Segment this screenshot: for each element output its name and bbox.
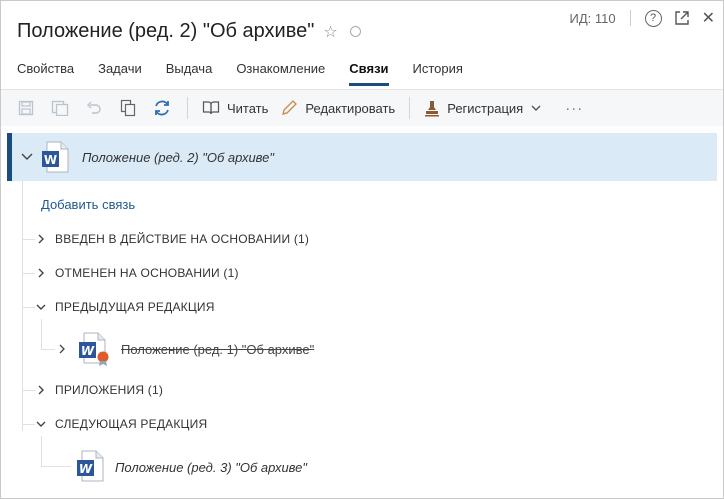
close-icon[interactable]: ✕: [702, 8, 715, 28]
group-label: ПРЕДЫДУЩАЯ РЕДАКЦИЯ: [55, 300, 215, 314]
refresh-icon[interactable]: [151, 97, 173, 119]
tree-connector: [41, 466, 71, 467]
svg-text:W: W: [79, 462, 93, 476]
group-label: ПРИЛОЖЕНИЯ (1): [55, 383, 164, 397]
add-link-button[interactable]: Добавить связь: [41, 197, 135, 212]
word-document-icon: W: [42, 141, 69, 173]
document-card-window: Положение (ред. 2) "Об архиве" ☆ ИД: 110…: [0, 0, 724, 499]
help-icon[interactable]: ?: [644, 9, 662, 27]
save-icon[interactable]: [15, 97, 37, 119]
tab-tasks[interactable]: Задачи: [98, 61, 142, 86]
previous-edition-name[interactable]: Положение (ред. 1) "Об архиве": [121, 342, 314, 357]
toolbar: Читать Редактировать Регистрация ···: [1, 90, 723, 126]
pencil-icon: [282, 100, 298, 115]
edit-label: Редактировать: [305, 100, 396, 116]
id-label: ИД: 110: [569, 10, 616, 26]
tree-connector: [23, 273, 35, 274]
chevron-down-icon[interactable]: [20, 152, 34, 162]
svg-text:W: W: [81, 344, 95, 358]
tree-connector: [23, 307, 35, 308]
tab-acquaintance[interactable]: Ознакомление: [236, 61, 325, 86]
group-introduced-based-on[interactable]: ВВЕДЕН В ДЕЙСТВИЕ НА ОСНОВАНИИ (1): [35, 232, 309, 246]
tab-history[interactable]: История: [413, 61, 463, 86]
tree-connector: [23, 239, 35, 240]
word-document-icon: W: [77, 450, 104, 482]
tab-properties[interactable]: Свойства: [17, 61, 74, 86]
tree-root-row[interactable]: W Положение (ред. 2) "Об архиве": [7, 133, 717, 181]
page-title: Положение (ред. 2) "Об архиве" ☆: [17, 20, 361, 43]
group-label: ВВЕДЕН В ДЕЙСТВИЕ НА ОСНОВАНИИ (1): [55, 232, 310, 246]
chevron-down-icon[interactable]: [35, 301, 47, 313]
group-previous-edition[interactable]: ПРЕДЫДУЩАЯ РЕДАКЦИЯ: [35, 300, 215, 314]
document-title: Положение (ред. 2) "Об архиве": [17, 20, 315, 42]
edit-button[interactable]: Редактировать: [280, 99, 395, 117]
tab-bar: Свойства Задачи Выдача Ознакомление Связ…: [17, 61, 487, 86]
root-document-name[interactable]: Положение (ред. 2) "Об архиве": [82, 150, 274, 165]
tree-guide-line: [22, 181, 23, 431]
chevron-right-icon[interactable]: [35, 384, 47, 396]
tab-issuance[interactable]: Выдача: [166, 61, 213, 86]
tree-connector: [23, 424, 35, 425]
chevron-right-icon[interactable]: [57, 343, 67, 355]
registration-label: Регистрация: [447, 100, 524, 116]
open-external-icon[interactable]: [674, 10, 690, 26]
read-label: Читать: [227, 100, 269, 116]
group-attachments[interactable]: ПРИЛОЖЕНИЯ (1): [35, 383, 163, 397]
next-edition-name[interactable]: Положение (ред. 3) "Об архиве": [115, 460, 307, 475]
tab-links[interactable]: Связи: [349, 61, 389, 86]
chevron-right-icon[interactable]: [35, 233, 47, 245]
star-icon[interactable]: ☆: [323, 22, 337, 42]
toolbar-divider: [409, 97, 411, 119]
group-next-edition[interactable]: СЛЕДУЮЩАЯ РЕДАКЦИЯ: [35, 417, 207, 431]
undo-icon[interactable]: [83, 97, 105, 119]
divider: [629, 10, 631, 26]
toolbar-divider: [187, 97, 188, 119]
header-actions: ИД: 110 ? ✕: [569, 8, 715, 28]
word-document-archived-icon: W: [79, 332, 109, 366]
chevron-down-icon: [531, 105, 541, 111]
svg-text:W: W: [44, 153, 57, 167]
tree-connector: [41, 349, 55, 350]
book-icon: [202, 101, 220, 115]
previous-edition-item[interactable]: W Положение (ред. 1) "Об архиве": [57, 332, 314, 366]
group-label: ОТМЕНЕН НА ОСНОВАНИИ (1): [55, 266, 239, 280]
save-close-icon[interactable]: [49, 97, 71, 119]
group-label: СЛЕДУЮЩАЯ РЕДАКЦИЯ: [55, 417, 208, 431]
tree-guide-line: [41, 436, 42, 466]
status-circle-icon[interactable]: [349, 26, 361, 37]
next-edition-item[interactable]: W Положение (ред. 3) "Об архиве": [75, 450, 307, 484]
registration-button[interactable]: Регистрация: [424, 99, 543, 117]
chevron-right-icon[interactable]: [35, 267, 47, 279]
tree-connector: [23, 390, 35, 391]
group-cancelled-based-on[interactable]: ОТМЕНЕН НА ОСНОВАНИИ (1): [35, 266, 239, 280]
read-button[interactable]: Читать: [202, 100, 268, 116]
more-button[interactable]: ···: [565, 100, 583, 117]
chevron-down-icon[interactable]: [35, 418, 47, 430]
stamp-icon: [425, 101, 440, 117]
tree-guide-line: [41, 319, 42, 349]
copy-icon[interactable]: [117, 97, 139, 119]
